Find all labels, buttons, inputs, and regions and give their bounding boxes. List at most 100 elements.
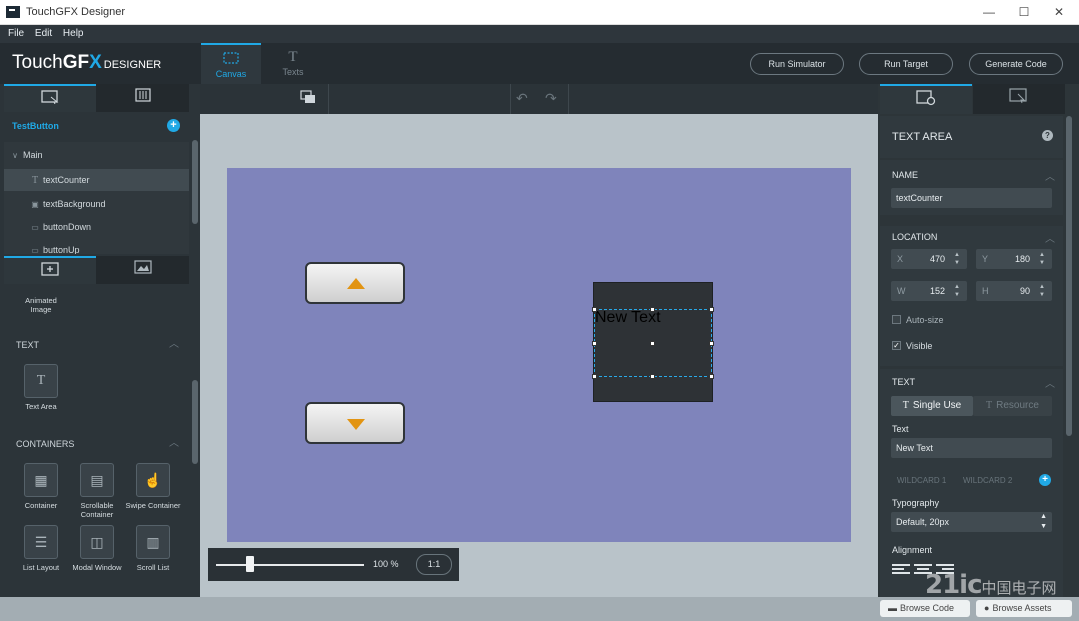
tree-item-textbackground[interactable]: ▣ textBackground bbox=[4, 193, 189, 215]
menu-bar: File Edit Help bbox=[0, 25, 1079, 43]
button-down-widget[interactable] bbox=[305, 402, 405, 444]
widget-type-title: TEXT AREA bbox=[892, 131, 953, 143]
tab-interactions[interactable] bbox=[973, 84, 1065, 114]
autosize-checkbox[interactable] bbox=[892, 315, 901, 324]
resize-handle[interactable] bbox=[592, 374, 597, 379]
tab-widget-properties[interactable] bbox=[880, 84, 972, 114]
resource-toggle[interactable]: T Resource bbox=[973, 396, 1052, 416]
chevron-up-icon[interactable]: ︿ bbox=[1045, 230, 1055, 245]
tab-canvas[interactable]: Canvas bbox=[201, 43, 261, 84]
run-target-button[interactable]: Run Target bbox=[859, 53, 953, 75]
resize-handle[interactable] bbox=[650, 374, 655, 379]
text-value-field[interactable]: New Text bbox=[891, 438, 1052, 458]
stepper-icon: ▲ ▼ bbox=[1039, 252, 1045, 266]
stepper-icon: ▲ ▼ bbox=[954, 284, 960, 298]
close-button[interactable]: ✕ bbox=[1044, 3, 1074, 21]
add-wildcard-icon[interactable]: + bbox=[1039, 474, 1051, 486]
widget-list-layout[interactable]: ☰ List Layout bbox=[13, 525, 69, 572]
tree-root-main[interactable]: ∨ Main bbox=[4, 144, 189, 166]
add-screen-icon[interactable]: + bbox=[167, 119, 180, 132]
text-area-icon: T bbox=[24, 364, 58, 398]
name-field[interactable]: textCounter bbox=[891, 188, 1052, 208]
x-field[interactable]: X 470 ▲ ▼ bbox=[891, 249, 967, 269]
canvas-icon bbox=[201, 51, 261, 67]
window-title-bar: TouchGFX Designer — ☐ ✕ bbox=[0, 0, 1079, 25]
h-field[interactable]: H 90 ▲ ▼ bbox=[976, 281, 1052, 301]
run-simulator-button[interactable]: Run Simulator bbox=[750, 53, 844, 75]
wildcard2-tab[interactable]: WILDCARD 2 bbox=[963, 476, 1012, 485]
tree-item-buttonup[interactable]: ▭ buttonUp bbox=[4, 239, 189, 254]
visible-checkbox[interactable]: ✓ bbox=[892, 341, 901, 350]
y-field[interactable]: Y 180 ▲ ▼ bbox=[976, 249, 1052, 269]
typography-select[interactable]: Default, 20px ▲ ▼ bbox=[891, 512, 1052, 532]
help-icon[interactable]: ? bbox=[1042, 130, 1053, 141]
resize-handle[interactable] bbox=[709, 374, 714, 379]
resize-handle[interactable] bbox=[709, 341, 714, 346]
chevron-up-icon[interactable]: ︿ bbox=[1045, 375, 1055, 390]
scrollable-container-icon: ▤ bbox=[80, 463, 114, 497]
generate-code-button[interactable]: Generate Code bbox=[969, 53, 1063, 75]
canvas-area[interactable]: New Text 100 % 1:1 bbox=[200, 114, 878, 597]
wildcard1-tab[interactable]: WILDCARD 1 bbox=[897, 476, 946, 485]
align-left-icon[interactable] bbox=[892, 564, 912, 578]
widget-scrollable-container[interactable]: ▤ Scrollable Container bbox=[69, 463, 125, 519]
widget-container[interactable]: ▦ Container bbox=[13, 463, 69, 510]
section-text-header[interactable]: TEXT ︿ bbox=[4, 334, 189, 356]
widget-scrollbar[interactable] bbox=[192, 380, 198, 464]
widget-swipe-container[interactable]: ☝ Swipe Container bbox=[125, 463, 181, 510]
browse-assets-button[interactable]: ● Browse Assets bbox=[976, 600, 1072, 617]
resize-handle[interactable] bbox=[592, 341, 597, 346]
menu-file[interactable]: File bbox=[8, 25, 24, 43]
w-field[interactable]: W 152 ▲ ▼ bbox=[891, 281, 967, 301]
redo-icon[interactable]: ↷ bbox=[545, 90, 557, 107]
tree-scrollbar[interactable] bbox=[192, 140, 198, 224]
undo-icon[interactable]: ↶ bbox=[516, 90, 528, 107]
zoom-slider-thumb[interactable] bbox=[246, 556, 254, 572]
chevron-up-icon[interactable]: ︿ bbox=[1045, 168, 1055, 183]
zoom-reset-button[interactable]: 1:1 bbox=[416, 554, 452, 575]
resize-handle[interactable] bbox=[650, 341, 655, 346]
tab-screens[interactable] bbox=[4, 84, 96, 112]
screen-preview[interactable]: New Text bbox=[227, 168, 851, 542]
button-up-widget[interactable] bbox=[305, 262, 405, 304]
screen-layers-icon[interactable] bbox=[300, 90, 316, 107]
stepper-icon: ▲ ▼ bbox=[954, 252, 960, 266]
tab-images[interactable] bbox=[97, 256, 189, 284]
section-containers-header[interactable]: CONTAINERS ︿ bbox=[4, 433, 189, 455]
app-header: TouchGFX DESIGNER Canvas T Texts Run Simu… bbox=[0, 43, 1079, 84]
menu-edit[interactable]: Edit bbox=[35, 25, 52, 43]
zoom-slider-track[interactable] bbox=[216, 564, 364, 566]
resize-handle[interactable] bbox=[650, 307, 655, 312]
widget-modal-window[interactable]: ◫ Modal Window bbox=[69, 525, 125, 572]
single-use-toggle[interactable]: T Single Use bbox=[891, 396, 973, 416]
chevron-up-icon: ︿ bbox=[169, 339, 179, 350]
resize-handle[interactable] bbox=[709, 307, 714, 312]
arrow-down-icon bbox=[347, 419, 365, 430]
properties-gear-icon bbox=[916, 90, 936, 109]
tab-add-widget[interactable] bbox=[4, 256, 96, 284]
circle-icon: ● bbox=[984, 603, 990, 613]
screen-select-icon bbox=[41, 90, 59, 107]
widget-scroll-list[interactable]: ▥ Scroll List bbox=[125, 525, 181, 572]
browse-code-button[interactable]: ▬ Browse Code bbox=[880, 600, 970, 617]
swipe-container-icon: ☝ bbox=[136, 463, 170, 497]
resize-handle[interactable] bbox=[592, 307, 597, 312]
text-area-header: TEXT AREA ? bbox=[880, 116, 1063, 158]
properties-scrollbar[interactable] bbox=[1066, 116, 1072, 436]
tree-item-textcounter[interactable]: TtextCounter bbox=[4, 169, 189, 191]
canvas-toolbar: ↶ ↷ bbox=[190, 84, 878, 114]
tab-texts[interactable]: T Texts bbox=[263, 43, 323, 84]
status-bar: ▬ Browse Code ● Browse Assets bbox=[0, 597, 1079, 621]
screen-name[interactable]: TestButton bbox=[12, 121, 59, 131]
touchgfx-logo: TouchGFX DESIGNER bbox=[12, 52, 162, 73]
left-bottom-tabs bbox=[4, 256, 189, 284]
menu-help[interactable]: Help bbox=[63, 25, 84, 43]
maximize-button[interactable]: ☐ bbox=[1009, 3, 1039, 21]
minimize-button[interactable]: — bbox=[974, 3, 1004, 21]
widget-text-area[interactable]: T Text Area bbox=[13, 364, 69, 411]
tab-properties[interactable] bbox=[97, 84, 189, 112]
tree-item-buttondown[interactable]: ▭ buttonDown bbox=[4, 216, 189, 238]
widget-animated-image[interactable]: Animated Image bbox=[13, 296, 69, 314]
texts-icon: T bbox=[288, 49, 298, 65]
chevron-up-icon: ︿ bbox=[169, 438, 179, 449]
